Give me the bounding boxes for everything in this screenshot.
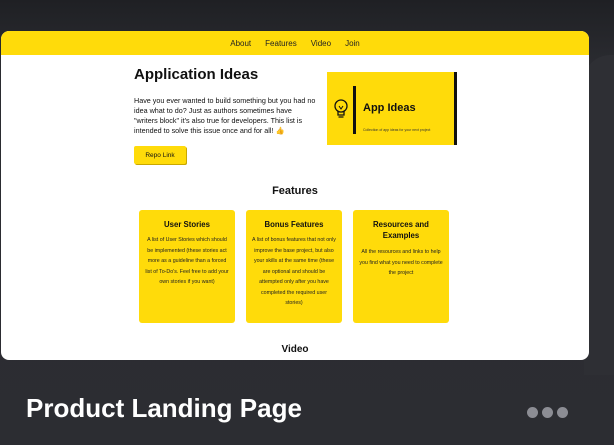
video-heading: Video bbox=[281, 344, 309, 355]
banner-divider bbox=[353, 86, 356, 134]
hero-title: Application Ideas bbox=[134, 66, 259, 83]
app-ideas-banner: App Ideas Collection of app ideas for yo… bbox=[327, 72, 457, 145]
more-options-button[interactable] bbox=[527, 404, 575, 420]
features-heading: Features bbox=[272, 185, 318, 197]
banner-title: App Ideas bbox=[363, 102, 416, 114]
more-dots-icon bbox=[527, 406, 538, 418]
feature-card-title: Bonus Features bbox=[264, 220, 324, 229]
feature-card-text: A list of User Stories which should be i… bbox=[145, 237, 229, 285]
preview-navbar: About Features Video Join bbox=[1, 31, 589, 55]
feature-card-title: Resources and Examples bbox=[373, 220, 429, 240]
feature-card-resources: Resources and Examples All the resources… bbox=[353, 210, 449, 323]
more-dots-icon bbox=[557, 406, 568, 418]
hero-description: Have you ever wanted to build something … bbox=[134, 96, 316, 135]
banner-edge bbox=[454, 72, 457, 145]
feature-card-bonus-features: Bonus Features A list of bonus features … bbox=[246, 210, 342, 323]
feature-card-text: All the resources and links to help you … bbox=[359, 249, 443, 276]
project-card-title: Product Landing Page bbox=[26, 393, 302, 423]
more-dots-icon bbox=[542, 406, 553, 418]
feature-card-user-stories: User Stories A list of User Stories whic… bbox=[139, 210, 235, 323]
nav-link-video[interactable]: Video bbox=[311, 39, 331, 48]
lightbulb-icon bbox=[334, 99, 348, 118]
nav-link-about[interactable]: About bbox=[230, 39, 251, 48]
banner-subtitle: Collection of app ideas for your next pr… bbox=[363, 128, 431, 132]
project-preview[interactable]: About Features Video Join Application Id… bbox=[1, 31, 589, 360]
feature-card-title: User Stories bbox=[164, 220, 210, 229]
nav-link-features[interactable]: Features bbox=[265, 39, 297, 48]
nav-link-join[interactable]: Join bbox=[345, 39, 360, 48]
repo-link-button[interactable]: Repo Link bbox=[134, 146, 186, 164]
feature-card-text: A list of bonus features that not only i… bbox=[252, 237, 336, 306]
